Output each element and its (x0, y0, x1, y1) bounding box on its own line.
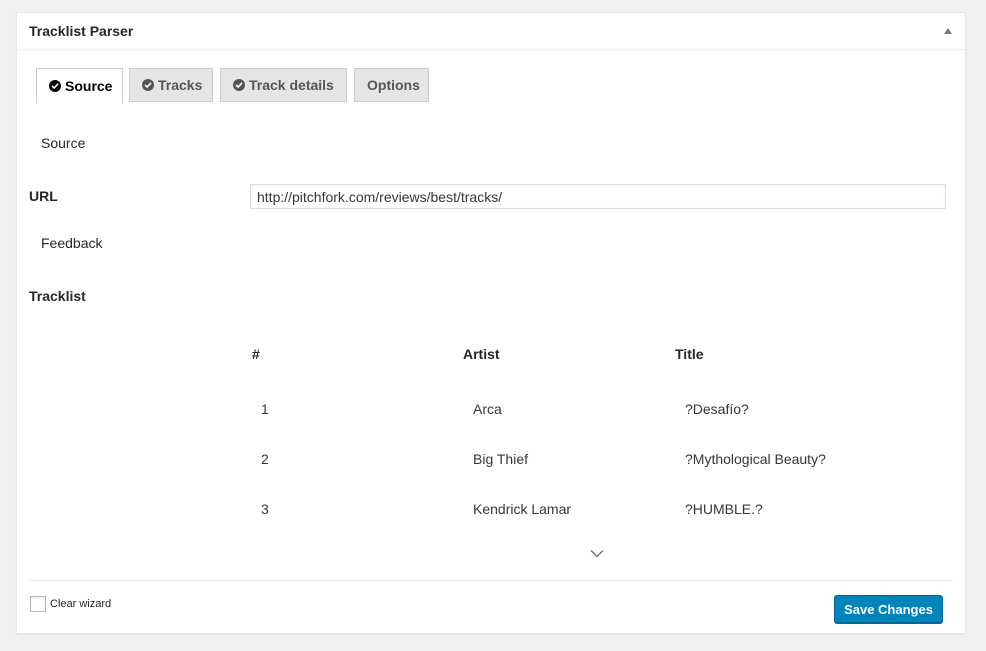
row-artist: Big Thief (473, 451, 528, 467)
row-number: 1 (261, 401, 269, 417)
row-artist: Arca (473, 401, 502, 417)
chevron-down-icon[interactable] (590, 545, 604, 563)
save-changes-button[interactable]: Save Changes (834, 595, 943, 623)
check-circle-icon (142, 79, 154, 91)
metabox-header[interactable]: Tracklist Parser (17, 13, 965, 50)
column-header-title: Title (675, 346, 704, 362)
tracklist-label: Tracklist (29, 288, 86, 304)
tab-options[interactable]: Options (354, 68, 429, 102)
row-title: ?Desafío? (685, 401, 749, 417)
row-title: ?HUMBLE.? (685, 501, 763, 517)
row-number: 3 (261, 501, 269, 517)
tab-track-details-label: Track details (249, 77, 334, 93)
tab-track-details[interactable]: Track details (220, 68, 347, 102)
row-title: ?Mythological Beauty? (685, 451, 826, 467)
collapse-arrow-icon[interactable] (944, 28, 952, 34)
url-label: URL (29, 188, 58, 204)
feedback-label: Feedback (41, 235, 103, 251)
metabox-title: Tracklist Parser (29, 23, 134, 39)
row-artist: Kendrick Lamar (473, 501, 572, 517)
tab-tracks[interactable]: Tracks (129, 68, 213, 102)
clear-wizard-label[interactable]: Clear wizard (50, 598, 111, 610)
section-heading-source: Source (41, 135, 86, 151)
tab-source[interactable]: Source (36, 68, 123, 104)
url-input[interactable] (250, 184, 946, 209)
column-header-number: # (252, 346, 260, 362)
column-header-artist: Artist (463, 346, 500, 362)
tab-source-label: Source (65, 78, 113, 94)
tracklist-parser-metabox: Tracklist Parser Source Tracks Track det… (16, 12, 966, 634)
footer-divider (29, 580, 953, 581)
check-circle-icon (49, 80, 61, 92)
clear-wizard-checkbox[interactable] (30, 596, 46, 612)
row-number: 2 (261, 451, 269, 467)
check-circle-icon (233, 79, 245, 91)
tab-options-label: Options (367, 77, 420, 93)
tab-tracks-label: Tracks (158, 77, 203, 93)
